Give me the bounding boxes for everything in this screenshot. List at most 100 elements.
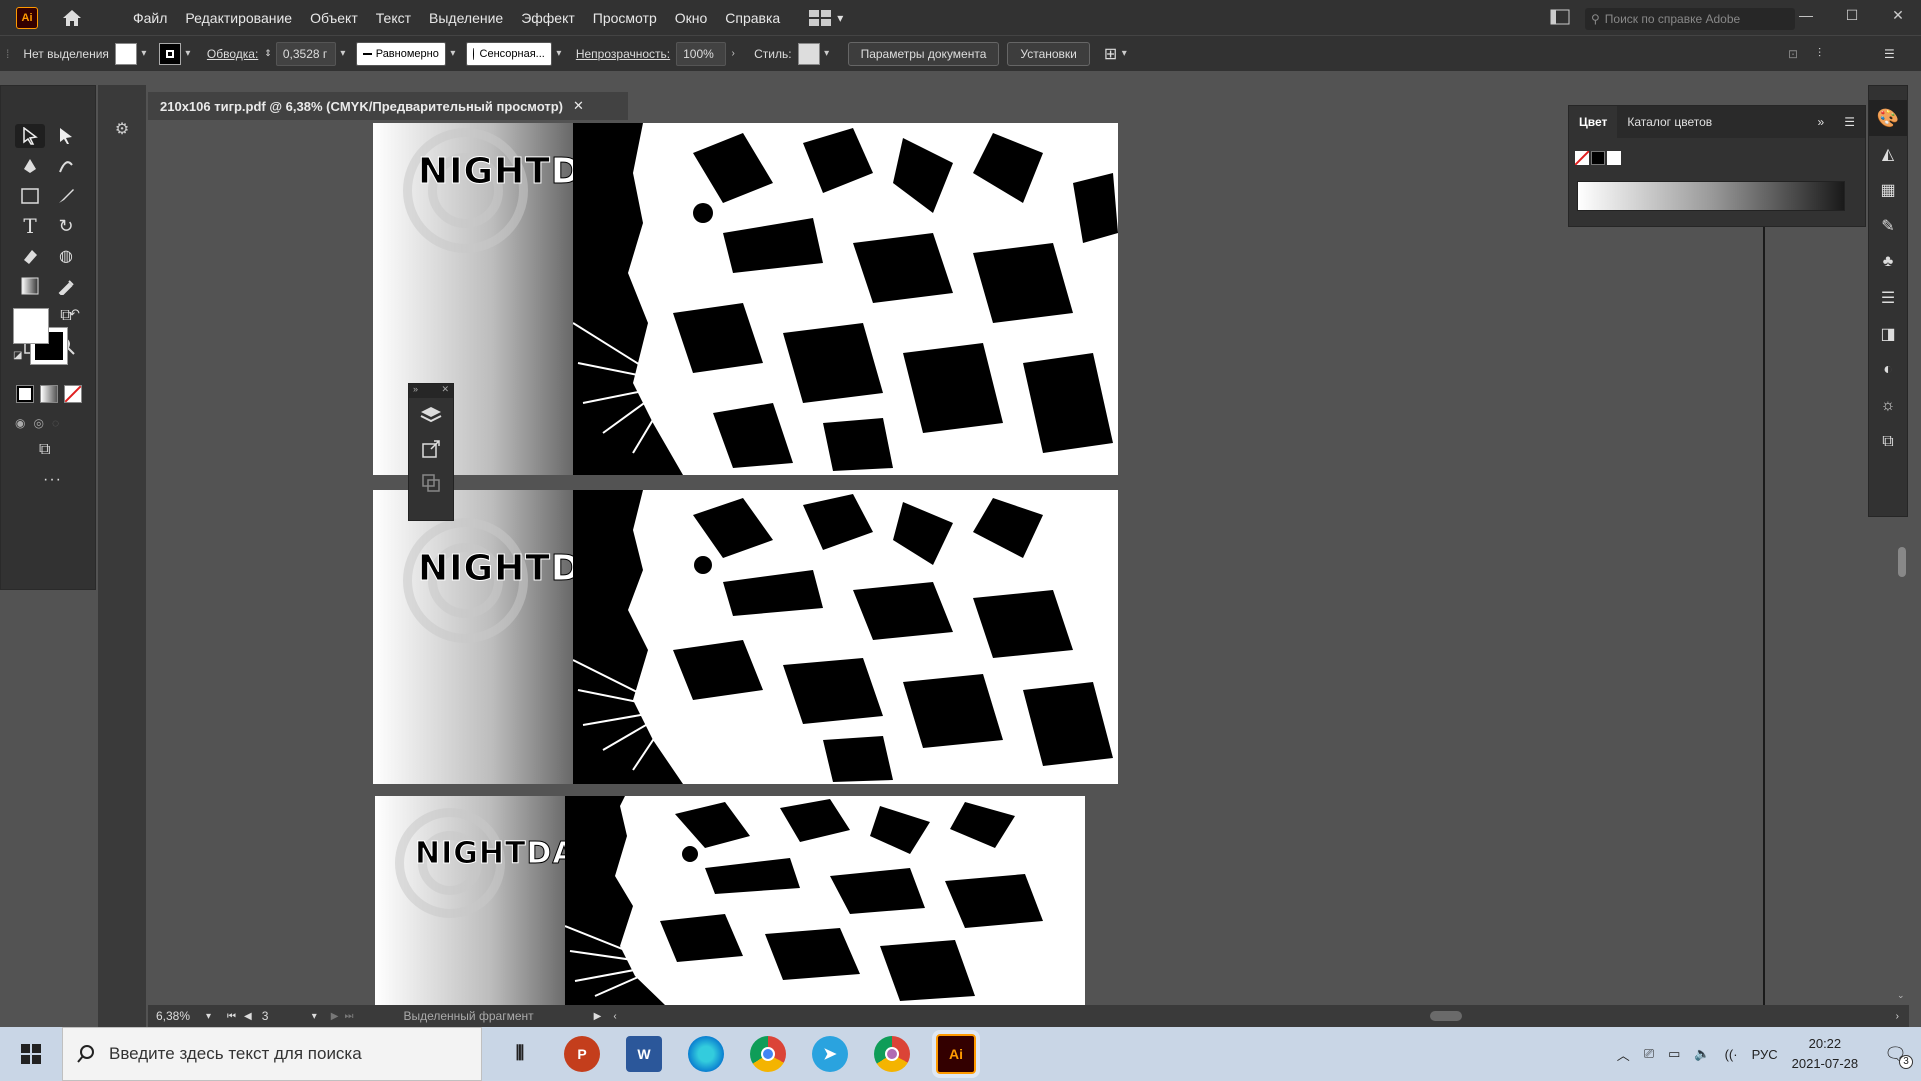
- direct-selection-tool-icon[interactable]: [51, 124, 81, 148]
- chrome-icon[interactable]: [750, 1036, 786, 1072]
- fill-dropdown[interactable]: ▾: [137, 48, 151, 59]
- menu-select[interactable]: Выделение: [420, 10, 512, 26]
- artboard-number[interactable]: 3: [262, 1009, 312, 1023]
- powerpoint-icon[interactable]: P: [564, 1036, 600, 1072]
- asset-export-icon[interactable]: ⧉: [1869, 424, 1907, 460]
- word-icon[interactable]: W: [626, 1036, 662, 1072]
- menu-help[interactable]: Справка: [716, 10, 789, 26]
- selection-tool-icon[interactable]: [15, 124, 45, 148]
- arrange-icon[interactable]: [1550, 9, 1570, 28]
- transparency-icon[interactable]: ◐: [1869, 352, 1907, 388]
- fill-swatch[interactable]: [114, 42, 137, 65]
- illustrator-icon[interactable]: Ai: [932, 1030, 980, 1078]
- scroll-down-icon[interactable]: ⌄: [1897, 990, 1905, 1001]
- stroke-stepper-icon[interactable]: ⇕: [264, 48, 272, 59]
- expand-panel-icon[interactable]: »: [413, 384, 418, 398]
- black-swatch[interactable]: [1591, 151, 1605, 165]
- brushes-icon[interactable]: ✎: [1869, 208, 1907, 244]
- notifications-icon[interactable]: 🗨 3: [1884, 1044, 1913, 1069]
- type-tool-icon[interactable]: T: [15, 214, 45, 238]
- eraser-tool-icon[interactable]: [15, 244, 45, 268]
- opacity-field[interactable]: 100%: [676, 41, 727, 66]
- menu-file[interactable]: Файл: [124, 10, 176, 26]
- stroke-panel-icon[interactable]: ☰: [1869, 280, 1907, 316]
- export-icon[interactable]: [409, 432, 453, 466]
- opacity-arrow[interactable]: ›: [726, 48, 740, 59]
- opacity-label[interactable]: Непрозрачность:: [576, 47, 670, 61]
- none-swatch[interactable]: [1575, 151, 1589, 165]
- transform-icon[interactable]: ⊡: [1788, 47, 1798, 61]
- minimize-button[interactable]: —: [1783, 0, 1829, 30]
- align-icon[interactable]: ⊞: [1104, 44, 1117, 64]
- task-view-icon[interactable]: ⫴: [502, 1036, 538, 1072]
- status-arrow-icon[interactable]: ▶: [594, 1011, 602, 1022]
- maximize-button[interactable]: ☐: [1829, 0, 1875, 30]
- clock[interactable]: 20:22 2021-07-28: [1792, 1034, 1859, 1074]
- pen-tool-icon[interactable]: [15, 154, 45, 178]
- scroll-thumb[interactable]: [1898, 547, 1906, 577]
- close-panel-icon[interactable]: ✕: [441, 384, 449, 398]
- edge-icon[interactable]: [688, 1036, 724, 1072]
- battery-icon[interactable]: ▭: [1668, 1046, 1680, 1062]
- fill-color-large[interactable]: [13, 308, 49, 344]
- white-swatch[interactable]: [1607, 151, 1621, 165]
- taskbar-search[interactable]: Введите здесь текст для поиска: [62, 1027, 482, 1081]
- zoom-dropdown[interactable]: ▾: [206, 1011, 211, 1022]
- symbols-icon[interactable]: ♣: [1869, 244, 1907, 280]
- none-mode-icon[interactable]: [64, 385, 82, 403]
- brush-dropdown[interactable]: ▾: [552, 48, 566, 59]
- volume-icon[interactable]: 🔈: [1694, 1046, 1710, 1062]
- meet-icon[interactable]: ⎚: [1644, 1046, 1654, 1062]
- stroke-swatch[interactable]: [158, 42, 181, 65]
- canvas[interactable]: NIGHTDAY NIGHTDAY: [148, 120, 1765, 1005]
- home-icon[interactable]: [60, 6, 84, 30]
- zoom-level[interactable]: 6,38%: [156, 1009, 206, 1023]
- document-tab[interactable]: 210х106 тигр.pdf @ 6,38% (CMYK/Предварит…: [148, 92, 628, 120]
- vertical-scrollbar[interactable]: ⌄: [1895, 517, 1909, 1005]
- menu-view[interactable]: Просмотр: [584, 10, 666, 26]
- menu-edit[interactable]: Редактирование: [176, 10, 301, 26]
- eyedropper-tool-icon[interactable]: [51, 274, 81, 298]
- language-indicator[interactable]: РУС: [1752, 1047, 1778, 1062]
- horizontal-scroll-thumb[interactable]: [1430, 1011, 1462, 1021]
- telegram-icon[interactable]: ➤: [812, 1036, 848, 1072]
- prev-artboard-icon[interactable]: ◀: [244, 1011, 252, 1022]
- more-tools-icon[interactable]: ···: [43, 471, 62, 489]
- distribute-icon[interactable]: ⫶: [1818, 46, 1821, 61]
- appearance-icon[interactable]: ☼: [1869, 388, 1907, 424]
- color-guide-icon[interactable]: ◭: [1869, 136, 1907, 172]
- draw-behind-icon[interactable]: ◎: [33, 416, 43, 430]
- menu-window[interactable]: Окно: [666, 10, 717, 26]
- color-mode-icon[interactable]: [16, 385, 34, 403]
- artboard-dropdown[interactable]: ▾: [312, 1011, 317, 1022]
- artboard-3[interactable]: NIGHTDAY: [375, 796, 1085, 1005]
- stroke-weight-dropdown[interactable]: ▾: [336, 48, 350, 59]
- artboard-1[interactable]: NIGHTDAY: [373, 123, 1118, 475]
- stroke-label[interactable]: Обводка:: [207, 47, 258, 61]
- warp-tool-icon[interactable]: ◍: [51, 244, 81, 268]
- help-search[interactable]: ⚲ Поиск по справке Adobe: [1585, 8, 1795, 30]
- panel-menu-icon[interactable]: ☰: [1884, 47, 1895, 61]
- tab-color[interactable]: Цвет: [1569, 106, 1618, 138]
- color-panel-icon[interactable]: 🎨: [1869, 100, 1907, 136]
- swap-fill-stroke-icon[interactable]: ↶: [69, 306, 80, 322]
- panel-menu-icon[interactable]: ☰: [1834, 115, 1865, 129]
- stroke-profile[interactable]: Равномерно: [355, 41, 446, 66]
- draw-normal-icon[interactable]: ◉: [15, 416, 25, 430]
- close-window-button[interactable]: ✕: [1875, 0, 1921, 30]
- gradient-panel-icon[interactable]: ◨: [1869, 316, 1907, 352]
- last-artboard-icon[interactable]: ⏭: [344, 1011, 353, 1022]
- scroll-left-icon[interactable]: ‹: [613, 1011, 616, 1022]
- color-ramp[interactable]: [1577, 181, 1845, 211]
- network-icon[interactable]: ((·: [1725, 1047, 1738, 1062]
- artboards-panel-icon[interactable]: [409, 466, 453, 500]
- draw-inside-icon[interactable]: ◌: [52, 416, 59, 430]
- align-dropdown[interactable]: ▾: [1117, 48, 1131, 59]
- menu-effect[interactable]: Эффект: [512, 10, 584, 26]
- tray-expand-icon[interactable]: ︿: [1617, 1045, 1630, 1064]
- start-button[interactable]: [0, 1027, 62, 1081]
- workspace-switcher[interactable]: ▾: [809, 9, 843, 26]
- menu-type[interactable]: Текст: [367, 10, 420, 26]
- curvature-tool-icon[interactable]: [51, 154, 81, 178]
- scroll-right-icon[interactable]: ›: [1896, 1011, 1899, 1022]
